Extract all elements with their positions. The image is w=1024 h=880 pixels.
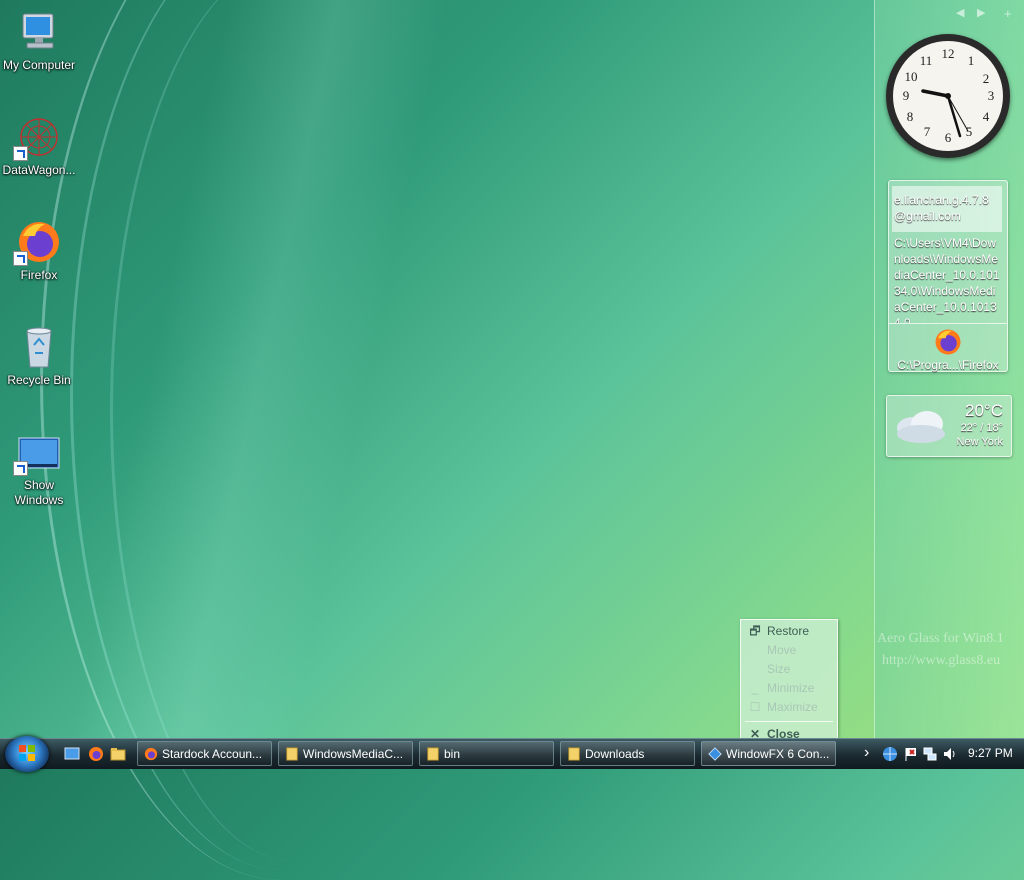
folder-icon — [568, 747, 580, 761]
taskbar: Stardock Accoun... WindowsMediaC... bin … — [0, 736, 1024, 772]
folder-icon — [427, 747, 439, 761]
watermark-title: Aero Glass for Win8.1 — [877, 631, 1004, 646]
weather-range: 22° / 18° — [960, 422, 1003, 434]
restore-icon: 🗗 — [749, 624, 761, 638]
sidebar-add-gadget-button[interactable]: + — [1004, 6, 1012, 21]
show-desktop-icon[interactable] — [64, 746, 80, 762]
desktop-icon-label: My Computer — [2, 58, 76, 72]
volume-icon[interactable] — [942, 746, 958, 762]
desktop-icon-label: Show Windows — [14, 478, 64, 507]
desktop-icon-label: Recycle Bin — [7, 373, 71, 387]
cloud-icon — [897, 411, 945, 443]
windowfx-icon — [708, 747, 722, 761]
tray-expand-button[interactable]: › — [864, 744, 869, 762]
menu-item-minimize[interactable]: _ Minimize — [741, 679, 837, 698]
desktop-icon-show-windows[interactable]: Show Windows — [0, 422, 78, 508]
windows-logo-icon — [19, 745, 35, 761]
taskbar-button-windowsmediacenter[interactable]: WindowsMediaC... — [278, 741, 413, 766]
start-button[interactable] — [5, 736, 49, 772]
network-globe-icon[interactable] — [882, 746, 898, 762]
desktop-icon-recycle-bin[interactable]: Recycle Bin — [0, 317, 78, 388]
menu-item-label: Maximize — [767, 700, 818, 714]
menu-item-size[interactable]: Size — [741, 660, 837, 679]
taskbar-button-label: Stardock Accoun... — [162, 747, 263, 761]
weather-temp: 20°C — [965, 401, 1003, 420]
computer-icon — [15, 8, 63, 56]
taskbar-button-bin[interactable]: bin — [419, 741, 554, 766]
action-center-flag-icon[interactable] — [903, 746, 919, 762]
menu-item-label: Minimize — [767, 681, 815, 695]
launcher-email-item[interactable]: e.lianchan.g.4.7.8@gmail.com — [892, 186, 1002, 232]
taskbar-button-label: WindowFX 6 Con... — [726, 747, 830, 761]
sidebar-prev-button[interactable]: ◀ — [956, 6, 964, 19]
clock-gadget[interactable]: 12 1 2 3 4 5 6 7 8 9 10 11 — [886, 34, 1010, 158]
desktop-icon-label: Firefox — [20, 268, 58, 282]
shortcut-arrow-icon — [13, 251, 28, 266]
menu-item-label: Size — [767, 662, 791, 676]
show-windows-icon — [13, 428, 63, 476]
taskbar-button-stardock[interactable]: Stardock Accoun... — [137, 741, 272, 766]
desktop-icon-datawagon[interactable]: DataWagon... — [0, 107, 78, 178]
datawagon-icon — [13, 113, 63, 161]
launcher-gadget: e.lianchan.g.4.7.8@gmail.com C:\Users\VM… — [888, 180, 1008, 372]
firefox-icon — [13, 218, 63, 266]
window-context-menu: 🗗 Restore Move Size _ Minimize ☐ Maximiz… — [740, 619, 838, 746]
taskbar-button-label: WindowsMediaC... — [303, 747, 404, 761]
taskbar-button-label: Downloads — [585, 747, 645, 761]
network-icon[interactable] — [922, 746, 938, 762]
clock-hands — [921, 89, 969, 138]
weather-gadget[interactable]: 20°C 22° / 18° New York — [886, 395, 1012, 457]
menu-item-move[interactable]: Move — [741, 641, 837, 660]
sidebar-next-button[interactable]: ▶ — [977, 6, 985, 19]
minimize-icon: _ — [751, 681, 759, 695]
menu-item-label: Restore — [767, 624, 810, 638]
folder-icon — [286, 747, 298, 761]
taskbar-button-windowfx[interactable]: WindowFX 6 Con... — [701, 741, 836, 766]
watermark-url: http://www.glass8.eu — [882, 653, 1001, 668]
maximize-icon: ☐ — [749, 700, 761, 714]
desktop-icon-label: DataWagon... — [2, 163, 76, 177]
desktop-icon-my-computer[interactable]: My Computer — [0, 2, 78, 73]
menu-item-maximize[interactable]: ☐ Maximize — [741, 698, 837, 717]
firefox-icon — [144, 747, 158, 761]
shortcut-arrow-icon — [13, 461, 28, 476]
system-clock[interactable]: 9:27 PM — [968, 746, 1013, 760]
weather-city: New York — [956, 436, 1003, 448]
divider — [889, 323, 1007, 324]
menu-item-restore[interactable]: 🗗 Restore — [741, 622, 837, 641]
explorer-quicklaunch-icon[interactable] — [110, 746, 126, 762]
launcher-path-item[interactable]: C:\Users\VM4\Downloads\WindowsMediaCente… — [892, 235, 1002, 323]
clock-face: 12 1 2 3 4 5 6 7 8 9 10 11 — [893, 41, 1003, 151]
launcher-firefox-item[interactable]: C:\Progra...\Firefox — [889, 327, 1007, 372]
menu-item-label: Move — [767, 643, 797, 657]
shortcut-arrow-icon — [13, 146, 28, 161]
firefox-quicklaunch-icon[interactable] — [88, 746, 104, 762]
firefox-icon — [935, 329, 961, 355]
desktop-icon-firefox[interactable]: Firefox — [0, 212, 78, 283]
taskbar-button-label: bin — [444, 747, 461, 761]
taskbar-button-downloads[interactable]: Downloads — [560, 741, 695, 766]
recycle-bin-icon — [15, 323, 63, 371]
divider — [745, 721, 833, 722]
launcher-firefox-label: C:\Progra...\Firefox — [897, 358, 999, 372]
